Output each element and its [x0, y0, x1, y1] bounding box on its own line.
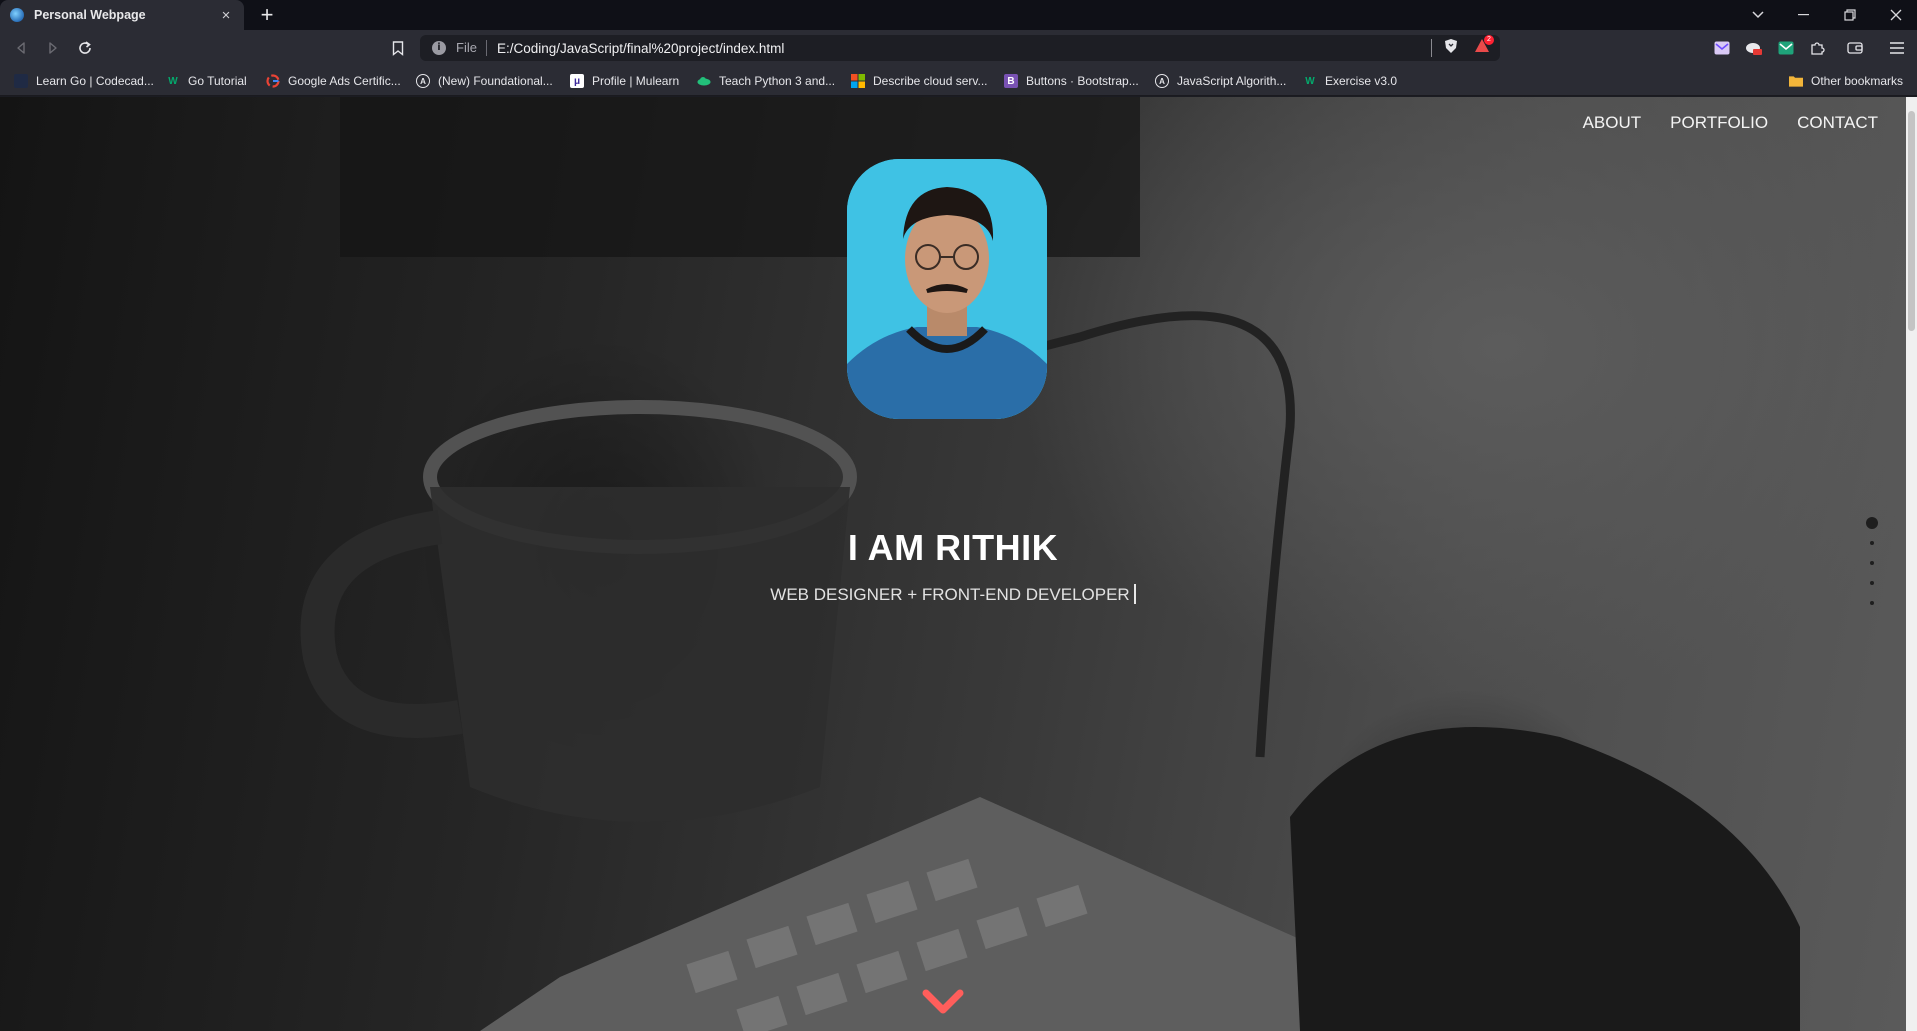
bookmark-item[interactable]: W Go Tutorial — [166, 66, 247, 96]
nav-contact-link[interactable]: CONTACT — [1797, 113, 1878, 133]
extension-cloud-icon[interactable] — [1745, 39, 1763, 57]
hero-title: I AM RITHIK — [847, 527, 1059, 568]
section-dot-2[interactable] — [1870, 541, 1874, 545]
mulearn-icon: μ — [570, 74, 584, 88]
bookmark-item[interactable]: Google Ads Certific... — [266, 66, 401, 96]
nav-about-link[interactable]: ABOUT — [1583, 113, 1642, 133]
tab-title: Personal Webpage — [34, 8, 146, 22]
hero-section: ABOUT PORTFOLIO CONTACT I AM RITHIK WEB … — [0, 97, 1906, 1031]
bookmark-label: Profile | Mulearn — [592, 74, 680, 88]
hero-tagline-wrap: WEB DESIGNER + FRONT-END DEVELOPER — [0, 584, 1906, 605]
other-bookmarks-label: Other bookmarks — [1811, 74, 1904, 88]
page-scrollbar[interactable] — [1906, 97, 1917, 1031]
nav-portfolio-link[interactable]: PORTFOLIO — [1670, 113, 1768, 133]
close-tab-icon[interactable]: × — [218, 7, 234, 24]
url-text[interactable]: E:/Coding/JavaScript/final%20project/ind… — [497, 41, 1431, 56]
tab-search-icon[interactable] — [1735, 0, 1781, 30]
bookmark-label: Teach Python 3 and... — [719, 74, 836, 88]
academy-icon: A — [1155, 74, 1169, 88]
folder-icon — [1789, 74, 1803, 88]
hero-tagline: WEB DESIGNER + FRONT-END DEVELOPER — [770, 585, 1130, 604]
omnibox-divider — [1431, 39, 1432, 57]
section-dot-1[interactable] — [1866, 517, 1878, 529]
academy-icon: A — [416, 74, 430, 88]
google-icon — [266, 74, 280, 88]
back-button[interactable] — [10, 37, 32, 59]
w3schools-icon: W — [1305, 75, 1315, 87]
proton-mail-icon[interactable] — [1713, 39, 1731, 57]
codecademy-icon — [14, 74, 28, 88]
section-dot-4[interactable] — [1870, 581, 1874, 585]
bookmark-icon[interactable] — [387, 37, 409, 59]
bookmark-label: Buttons · Bootstrap... — [1026, 74, 1139, 88]
globe-icon — [10, 8, 24, 22]
bookmark-item[interactable]: μ Profile | Mulearn — [570, 66, 679, 96]
tab-strip: Personal Webpage × + — [0, 0, 1917, 30]
site-nav: ABOUT PORTFOLIO CONTACT — [1583, 113, 1878, 133]
bookmark-label: Describe cloud serv... — [873, 74, 988, 88]
forward-button[interactable] — [42, 37, 64, 59]
minimize-button[interactable] — [1781, 0, 1827, 30]
address-bar[interactable]: i File E:/Coding/JavaScript/final%20proj… — [420, 35, 1500, 61]
wallet-icon[interactable] — [1846, 39, 1864, 57]
section-dot-3[interactable] — [1870, 561, 1874, 565]
bookmark-item[interactable]: Teach Python 3 and... — [697, 66, 835, 96]
bookmark-item[interactable]: W Exercise v3.0 — [1303, 66, 1397, 96]
bookmark-item[interactable]: A (New) Foundational... — [416, 66, 553, 96]
new-tab-button[interactable]: + — [254, 2, 280, 28]
extensions-puzzle-icon[interactable] — [1808, 39, 1826, 57]
browser-toolbar: i File E:/Coding/JavaScript/final%20proj… — [0, 30, 1917, 66]
bookmark-label: Exercise v3.0 — [1325, 74, 1398, 88]
bookmark-item[interactable]: Learn Go | Codecad... — [14, 66, 154, 96]
bookmark-item[interactable]: A JavaScript Algorith... — [1155, 66, 1286, 96]
other-bookmarks[interactable]: Other bookmarks — [1789, 66, 1903, 96]
scrollbar-thumb[interactable] — [1908, 111, 1915, 331]
restore-button[interactable] — [1827, 0, 1873, 30]
profile-photo — [847, 159, 1047, 419]
info-icon[interactable]: i — [432, 41, 446, 55]
bookmark-label: Learn Go | Codecad... — [36, 74, 154, 88]
cloud-icon — [697, 74, 711, 88]
bootstrap-icon: B — [1004, 74, 1018, 88]
bookmark-label: (New) Foundational... — [438, 74, 553, 88]
bookmarks-bar: Learn Go | Codecad... W Go Tutorial Goog… — [0, 66, 1917, 96]
bookmark-item[interactable]: Describe cloud serv... — [851, 66, 988, 96]
bookmark-item[interactable]: B Buttons · Bootstrap... — [1004, 66, 1139, 96]
bookmark-label: Google Ads Certific... — [288, 74, 401, 88]
scroll-down-chevron-icon[interactable] — [922, 989, 964, 1017]
microsoft-icon — [851, 74, 865, 88]
section-dot-5[interactable] — [1870, 601, 1874, 605]
bookmark-label: Go Tutorial — [188, 74, 247, 88]
reload-button[interactable] — [74, 37, 96, 59]
menu-icon[interactable] — [1888, 39, 1906, 57]
extension-mail-icon[interactable] — [1777, 39, 1795, 57]
bookmark-label: JavaScript Algorith... — [1177, 74, 1287, 88]
url-scheme: File — [456, 40, 487, 56]
close-window-button[interactable] — [1873, 0, 1917, 30]
brave-shield-icon[interactable] — [1444, 38, 1458, 59]
w3schools-icon: W — [168, 75, 178, 87]
browser-tab[interactable]: Personal Webpage × — [0, 0, 244, 30]
brave-rewards-icon[interactable]: 2 — [1474, 35, 1494, 58]
typing-cursor — [1133, 584, 1136, 604]
rewards-badge: 2 — [1484, 35, 1494, 45]
